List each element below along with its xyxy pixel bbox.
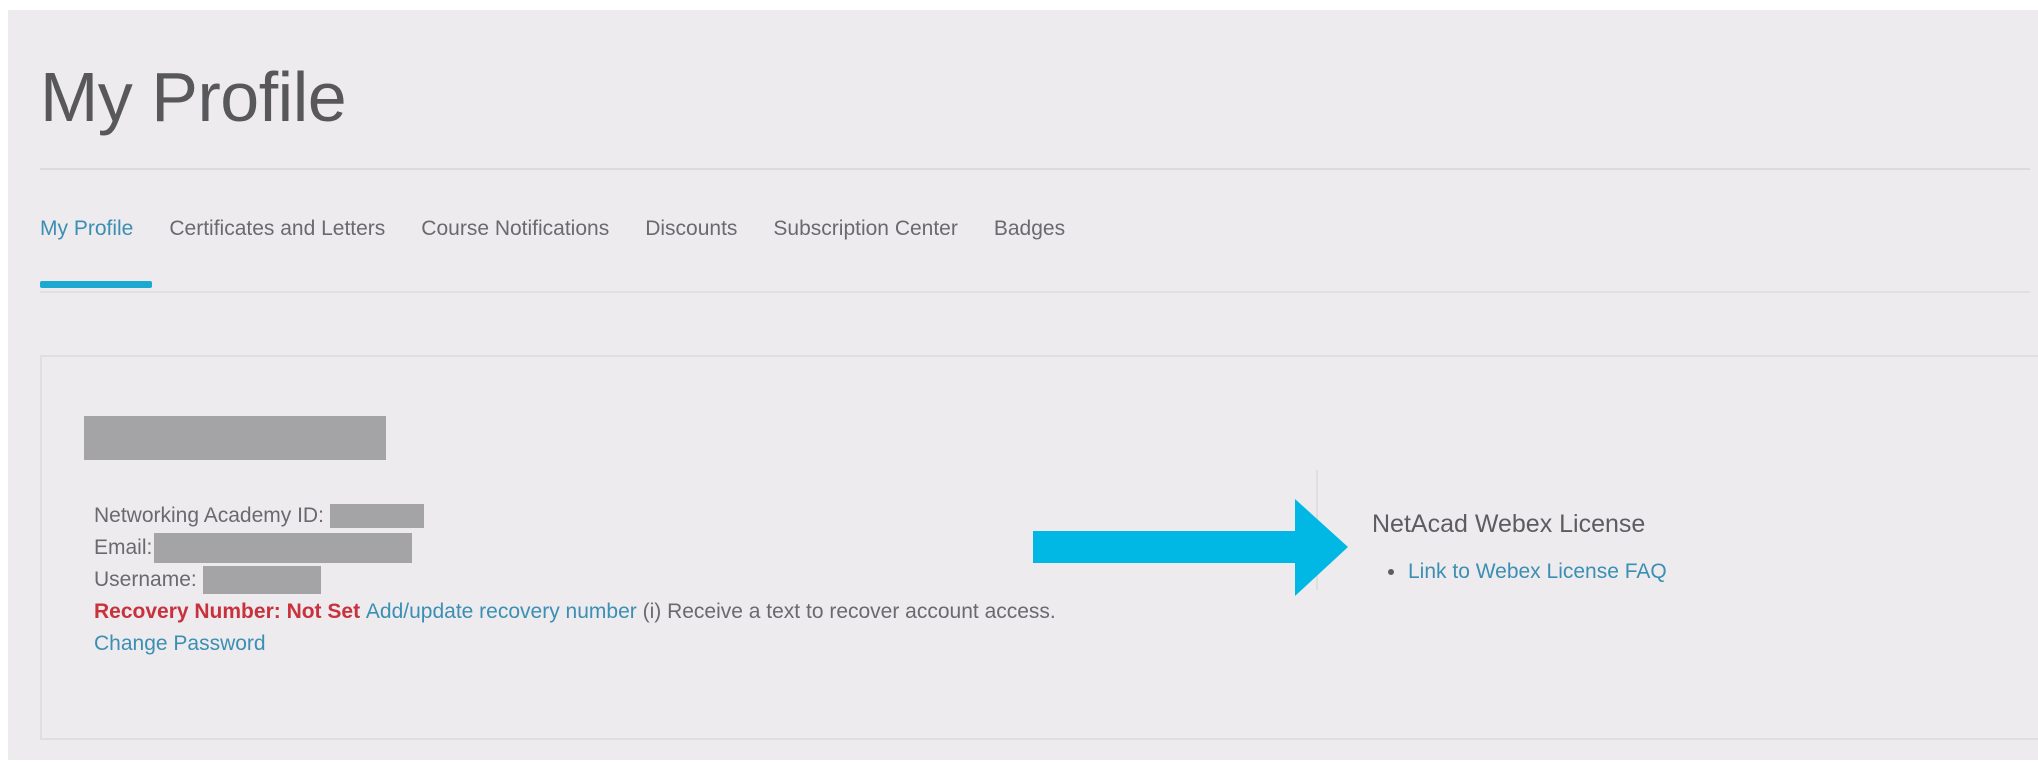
redacted-netacad-id <box>329 504 424 528</box>
recovery-row: Recovery Number: Not Set Add/update reco… <box>94 596 1294 628</box>
profile-tabs: My Profile Certificates and Letters Cour… <box>40 208 1101 248</box>
arrow-shape <box>1033 499 1348 596</box>
add-recovery-number-link[interactable]: Add/update recovery number <box>366 596 637 628</box>
title-divider <box>40 168 2030 170</box>
recovery-status-label: Recovery Number: Not Set <box>94 600 361 623</box>
right-arrow-icon <box>1033 499 1348 596</box>
webex-faq-link[interactable]: Link to Webex License FAQ <box>1408 560 1667 584</box>
redacted-full-name <box>84 416 386 460</box>
username-label: Username: <box>94 568 197 591</box>
tab-discounts[interactable]: Discounts <box>645 218 737 239</box>
recovery-help-text: (i) Receive a text to recover account ac… <box>642 600 1056 623</box>
bullet-icon <box>1388 569 1394 575</box>
tab-my-profile[interactable]: My Profile <box>40 218 133 239</box>
webex-faq-item: Link to Webex License FAQ <box>1388 560 1667 584</box>
tabs-divider <box>40 291 2030 293</box>
email-label: Email: <box>94 536 153 559</box>
webex-license-heading: NetAcad Webex License <box>1372 510 1646 538</box>
page-title: My Profile <box>40 58 347 136</box>
netacad-id-label: Networking Academy ID: <box>94 504 324 527</box>
tab-badges[interactable]: Badges <box>994 218 1065 239</box>
tab-certificates-and-letters[interactable]: Certificates and Letters <box>169 218 385 239</box>
change-password-row: Change Password <box>94 628 1294 660</box>
redacted-username <box>202 566 321 594</box>
tab-course-notifications[interactable]: Course Notifications <box>421 218 609 239</box>
tab-subscription-center[interactable]: Subscription Center <box>773 218 957 239</box>
page: My Profile My Profile Certificates and L… <box>0 0 2038 771</box>
active-tab-indicator <box>40 281 152 288</box>
change-password-link[interactable]: Change Password <box>94 628 266 660</box>
redacted-email <box>154 533 413 563</box>
